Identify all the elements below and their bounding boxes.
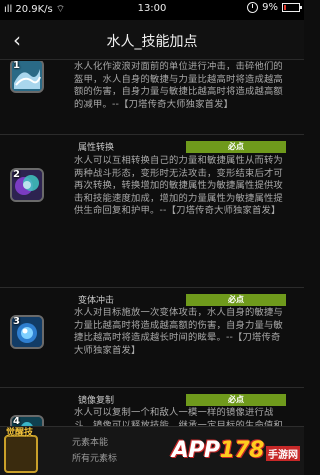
must-learn-badge: 必点 [186,394,286,406]
status-bar: ıll 20.9K/s ⌔ 13:00 9% [0,0,304,20]
watermark-number: 178 [219,438,265,463]
battery-icon [282,3,302,12]
skill-item-1: 1 水人化作波浪对面前的单位进行冲击，击碎他们的盔甲，水人自身的敏捷与力量比越高… [0,61,304,127]
skill-number: 2 [13,169,20,180]
skill-name: 属性转换 [78,143,115,153]
divider [0,287,304,288]
awaken-skill-icon [4,435,38,473]
status-right: 9% [247,2,302,13]
site-watermark: APP178 手游网 [172,438,300,463]
page-title: 水人_技能加点 [106,34,198,50]
awaken-skill-tag: 觉醒技 [6,428,34,438]
skill-name: 镜像复制 [78,396,115,406]
skill-icon-wave: 1 [10,61,44,93]
skill-icon-morph: 2 [10,168,44,202]
watermark-subtitle: 手游网 [266,446,300,461]
skill-number: 1 [13,61,20,71]
alarm-icon [247,2,259,13]
divider [0,134,304,135]
watermark-logo: APP178 [171,438,265,463]
skill-name: 变体冲击 [78,296,115,306]
skill-description: 水人化作波浪对面前的单位进行冲击，击碎他们的盔甲，水人自身的敏捷与力量比越高时将… [74,61,283,110]
watermark-prefix: APP [171,438,220,463]
battery-percent: 9% [262,2,278,13]
skill-description: 水人可以互相转换自己的力量和敏捷属性从而转为两种战斗形态，变形时无法攻击，变形结… [74,155,283,216]
divider [0,387,304,388]
awaken-skill-desc: 所有元素标 [72,454,118,464]
skill-list[interactable]: 1 水人化作波浪对面前的单位进行冲击，击碎他们的盔甲，水人自身的敏捷与力量比越高… [0,61,304,475]
skill-item-3: 3 变体冲击 必点 水人对目标施放一次变体攻击，水人自身的敏捷与力量比越高时将造… [0,287,304,369]
awaken-skill-name: 元素本能 [72,438,109,448]
title-bar: ‹ 水人_技能加点 [0,20,304,60]
must-learn-badge: 必点 [186,294,286,306]
skill-item-2: 2 属性转换 必点 水人可以互相转换自己的力量和敏捷属性从而转为两种战斗形态，变… [0,134,304,246]
skill-number: 3 [13,316,20,327]
must-learn-badge: 必点 [186,141,286,153]
skill-description: 水人对目标施放一次变体攻击，水人自身的敏捷与力量比越高时将造成越高额的伤害，自身… [74,307,283,356]
skill-icon-strike: 3 [10,315,44,349]
